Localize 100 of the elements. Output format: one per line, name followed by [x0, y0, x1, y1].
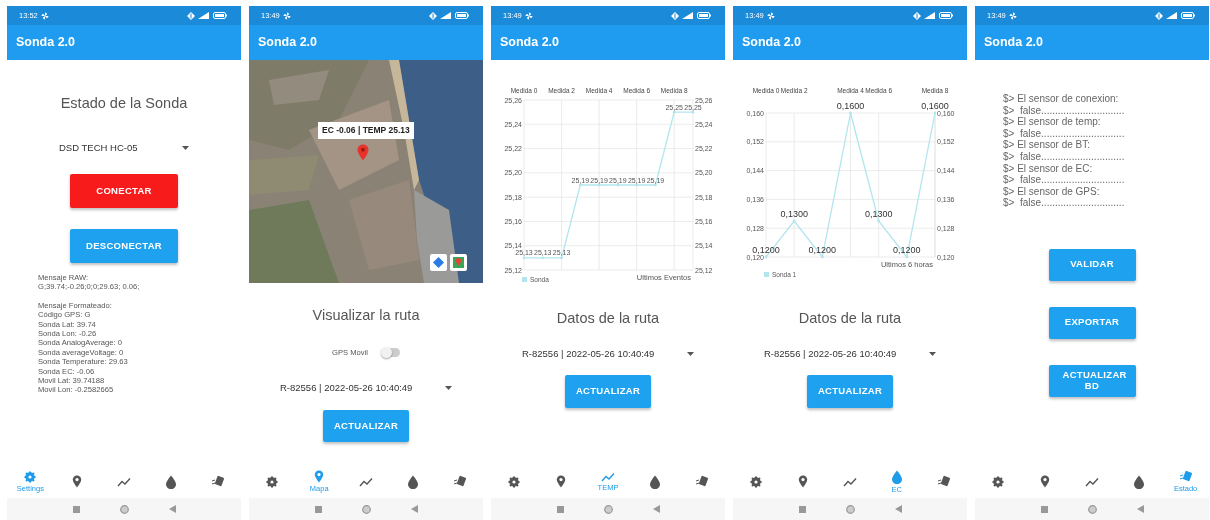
home-icon [603, 504, 613, 514]
fan-icon [282, 11, 291, 20]
sensor-icon [1178, 470, 1193, 484]
pin-icon [798, 475, 809, 488]
directions-icon[interactable] [430, 254, 447, 271]
action-button[interactable]: CONECTAR [70, 174, 178, 208]
data-label: 0,1200 [752, 245, 780, 255]
dropdown[interactable]: DSD TECH HC-05 [59, 140, 189, 155]
home-icon [1087, 504, 1097, 514]
app-title: Sonda 2.0 [742, 34, 802, 52]
drop-icon [164, 474, 177, 489]
data-point [691, 110, 695, 114]
data-point [764, 255, 768, 259]
sensor-icon [936, 475, 951, 488]
battery-icon [213, 12, 227, 19]
action-button[interactable]: DESCONECTAR [70, 229, 178, 263]
console-line: $> false.............................. [1003, 174, 1125, 186]
caret-icon [182, 145, 189, 150]
home-icon [119, 504, 129, 514]
signal-icon [924, 12, 936, 19]
recents-icon [798, 505, 806, 513]
drop-icon [648, 474, 661, 489]
legend-swatch [522, 277, 527, 282]
action-button[interactable]: EXPORTAR [1048, 306, 1136, 339]
map-pin-icon[interactable] [357, 144, 369, 161]
app-title: Sonda 2.0 [500, 34, 560, 52]
screen-heading: Datos de la ruta [556, 309, 660, 328]
action-button[interactable]: ACTUALIZAR BD [1048, 364, 1136, 397]
dropdown[interactable]: R-82556 | 2022-05-26 10:40:49 [522, 346, 694, 361]
console-line: $> El sensor de conexion: [1003, 93, 1120, 105]
screen-heading: Datos de la ruta [798, 309, 902, 328]
data-label: 0,1600 [921, 101, 949, 111]
app-title: Sonda 2.0 [16, 34, 76, 52]
back-icon [168, 505, 176, 513]
data-point [616, 183, 620, 187]
data-point [541, 256, 545, 260]
data-point [905, 255, 909, 259]
console-line: $> El sensor de temp: [1003, 116, 1102, 128]
caret-icon [687, 351, 694, 356]
data-point [522, 256, 526, 260]
sensor-icon [452, 475, 467, 488]
data-point [597, 183, 601, 187]
toggle-switch[interactable] [381, 347, 400, 357]
gear-icon [992, 475, 1005, 488]
maps-icon[interactable] [450, 254, 467, 271]
back-icon [1136, 505, 1144, 513]
action-button[interactable]: ACTUALIZAR [323, 410, 409, 443]
pin-icon [1040, 475, 1051, 488]
home-icon [845, 504, 855, 514]
bluetooth-icon [913, 11, 921, 20]
sensor-icon [210, 475, 225, 488]
console-line: $> El sensor de EC: [1003, 162, 1094, 175]
home-icon [361, 504, 371, 514]
signal-icon [440, 12, 452, 19]
gear-icon [266, 475, 279, 488]
fan-icon [40, 11, 49, 20]
data-point [578, 183, 582, 187]
data-point [877, 219, 881, 223]
recents-icon [1040, 505, 1048, 513]
fan-icon [524, 11, 533, 20]
data-point [792, 219, 796, 223]
data-label: 0,1600 [836, 101, 865, 111]
screen-heading: Estado de la Sonda [60, 94, 188, 113]
trend-icon [117, 476, 131, 487]
app-title: Sonda 2.0 [984, 34, 1044, 52]
pin-icon [556, 475, 567, 488]
battery-icon [939, 12, 953, 19]
console-line: $> El sensor de BT: [1003, 139, 1091, 151]
trend-icon [843, 476, 857, 487]
back-icon [894, 505, 902, 513]
trend-icon [359, 476, 373, 487]
data-label: 0,1200 [808, 245, 837, 255]
fan-icon [766, 11, 775, 20]
data-label: 0,1300 [864, 209, 893, 219]
signal-icon [198, 12, 210, 19]
dropdown[interactable]: R-82556 | 2022-05-26 10:40:49 [764, 346, 936, 361]
data-point [560, 256, 563, 260]
dropdown[interactable]: R-82556 | 2022-05-26 10:40:49 [280, 381, 452, 396]
action-button[interactable]: VALIDAR [1048, 248, 1136, 281]
pin-icon [314, 470, 325, 484]
signal-icon [1166, 12, 1178, 19]
drop-icon [406, 474, 419, 489]
data-label: 0,1300 [780, 209, 808, 219]
app-title: Sonda 2.0 [258, 34, 318, 52]
console-line: $> El sensor de GPS: [1003, 185, 1101, 198]
trend-icon [601, 471, 615, 482]
data-label: 0,1200 [893, 245, 921, 255]
console-line: $> false.............................. [1003, 104, 1125, 117]
bluetooth-icon [671, 11, 679, 20]
back-icon [652, 505, 660, 513]
console-line: $> false.............................. [1003, 150, 1125, 163]
map-callout: EC -0.06 | TEMP 25.13 [318, 122, 414, 139]
console-line: $> false.............................. [1003, 127, 1125, 140]
gear-icon [508, 475, 521, 488]
trend-icon [1085, 476, 1099, 487]
bluetooth-icon [1155, 11, 1163, 20]
action-button[interactable]: ACTUALIZAR [807, 375, 893, 408]
data-point [849, 111, 852, 115]
legend-swatch [764, 272, 769, 277]
action-button[interactable]: ACTUALIZAR [565, 375, 651, 408]
